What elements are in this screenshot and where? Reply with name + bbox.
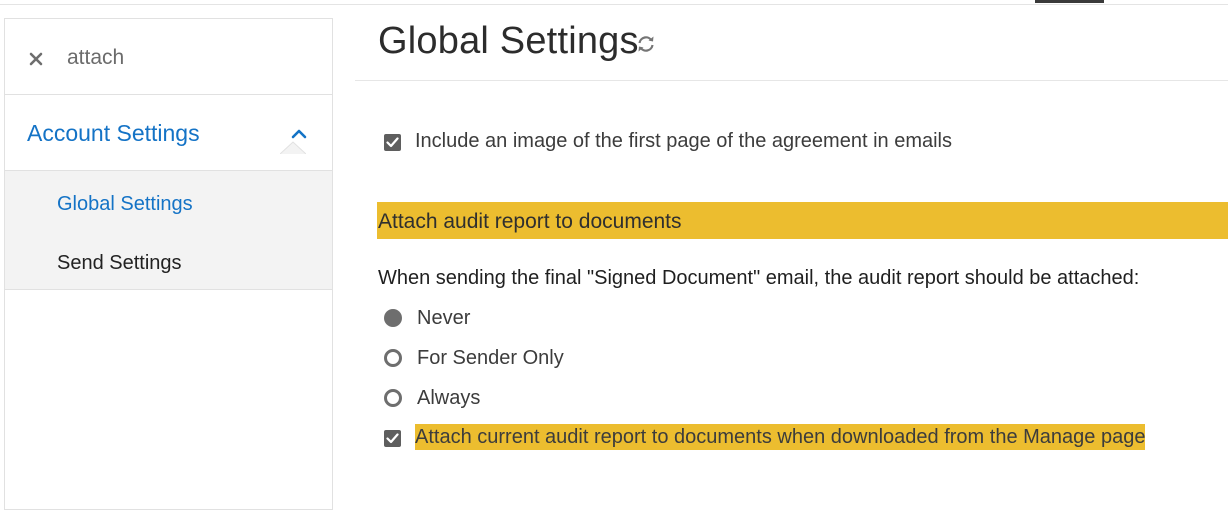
audit-section-header: Attach audit report to documents xyxy=(377,202,1228,239)
sidebar-subnav: Global Settings Send Settings xyxy=(5,171,332,290)
attach-on-download-label[interactable]: Attach current audit report to documents… xyxy=(415,424,1146,450)
radio-never-label[interactable]: Never xyxy=(417,307,470,330)
radio-sender-only-label[interactable]: For Sender Only xyxy=(417,347,564,370)
sidebar-section-account-settings[interactable]: Account Settings xyxy=(5,95,332,171)
radio-always[interactable] xyxy=(384,389,402,407)
audit-question: When sending the final "Signed Document"… xyxy=(378,267,1140,289)
sidebar-section-label: Account Settings xyxy=(27,120,200,146)
sidebar-search xyxy=(5,19,332,95)
include-image-label[interactable]: Include an image of the first page of th… xyxy=(415,130,952,153)
page-title: Global Settings xyxy=(378,20,639,62)
include-image-checkbox[interactable] xyxy=(384,134,401,151)
radio-sender-only[interactable] xyxy=(384,349,402,367)
close-icon[interactable] xyxy=(25,48,47,70)
page-header: Global Settings xyxy=(355,0,1228,81)
checkmark-icon xyxy=(386,137,399,148)
radio-never[interactable] xyxy=(384,309,402,327)
radio-always-label[interactable]: Always xyxy=(417,387,480,410)
settings-sidebar: Account Settings Global Settings Send Se… xyxy=(4,18,333,510)
sidebar-item-send-settings[interactable]: Send Settings xyxy=(57,252,182,275)
chevron-up-icon[interactable] xyxy=(290,126,308,139)
sidebar-item-global-settings[interactable]: Global Settings xyxy=(57,193,193,216)
highlighted-text: Attach current audit report to documents… xyxy=(415,424,1146,450)
attach-on-download-checkbox[interactable] xyxy=(384,430,401,447)
search-input[interactable] xyxy=(63,43,311,73)
active-section-notch xyxy=(280,141,306,154)
refresh-icon[interactable] xyxy=(635,33,657,55)
audit-section-title: Attach audit report to documents xyxy=(378,210,682,233)
checkmark-icon xyxy=(386,433,399,444)
